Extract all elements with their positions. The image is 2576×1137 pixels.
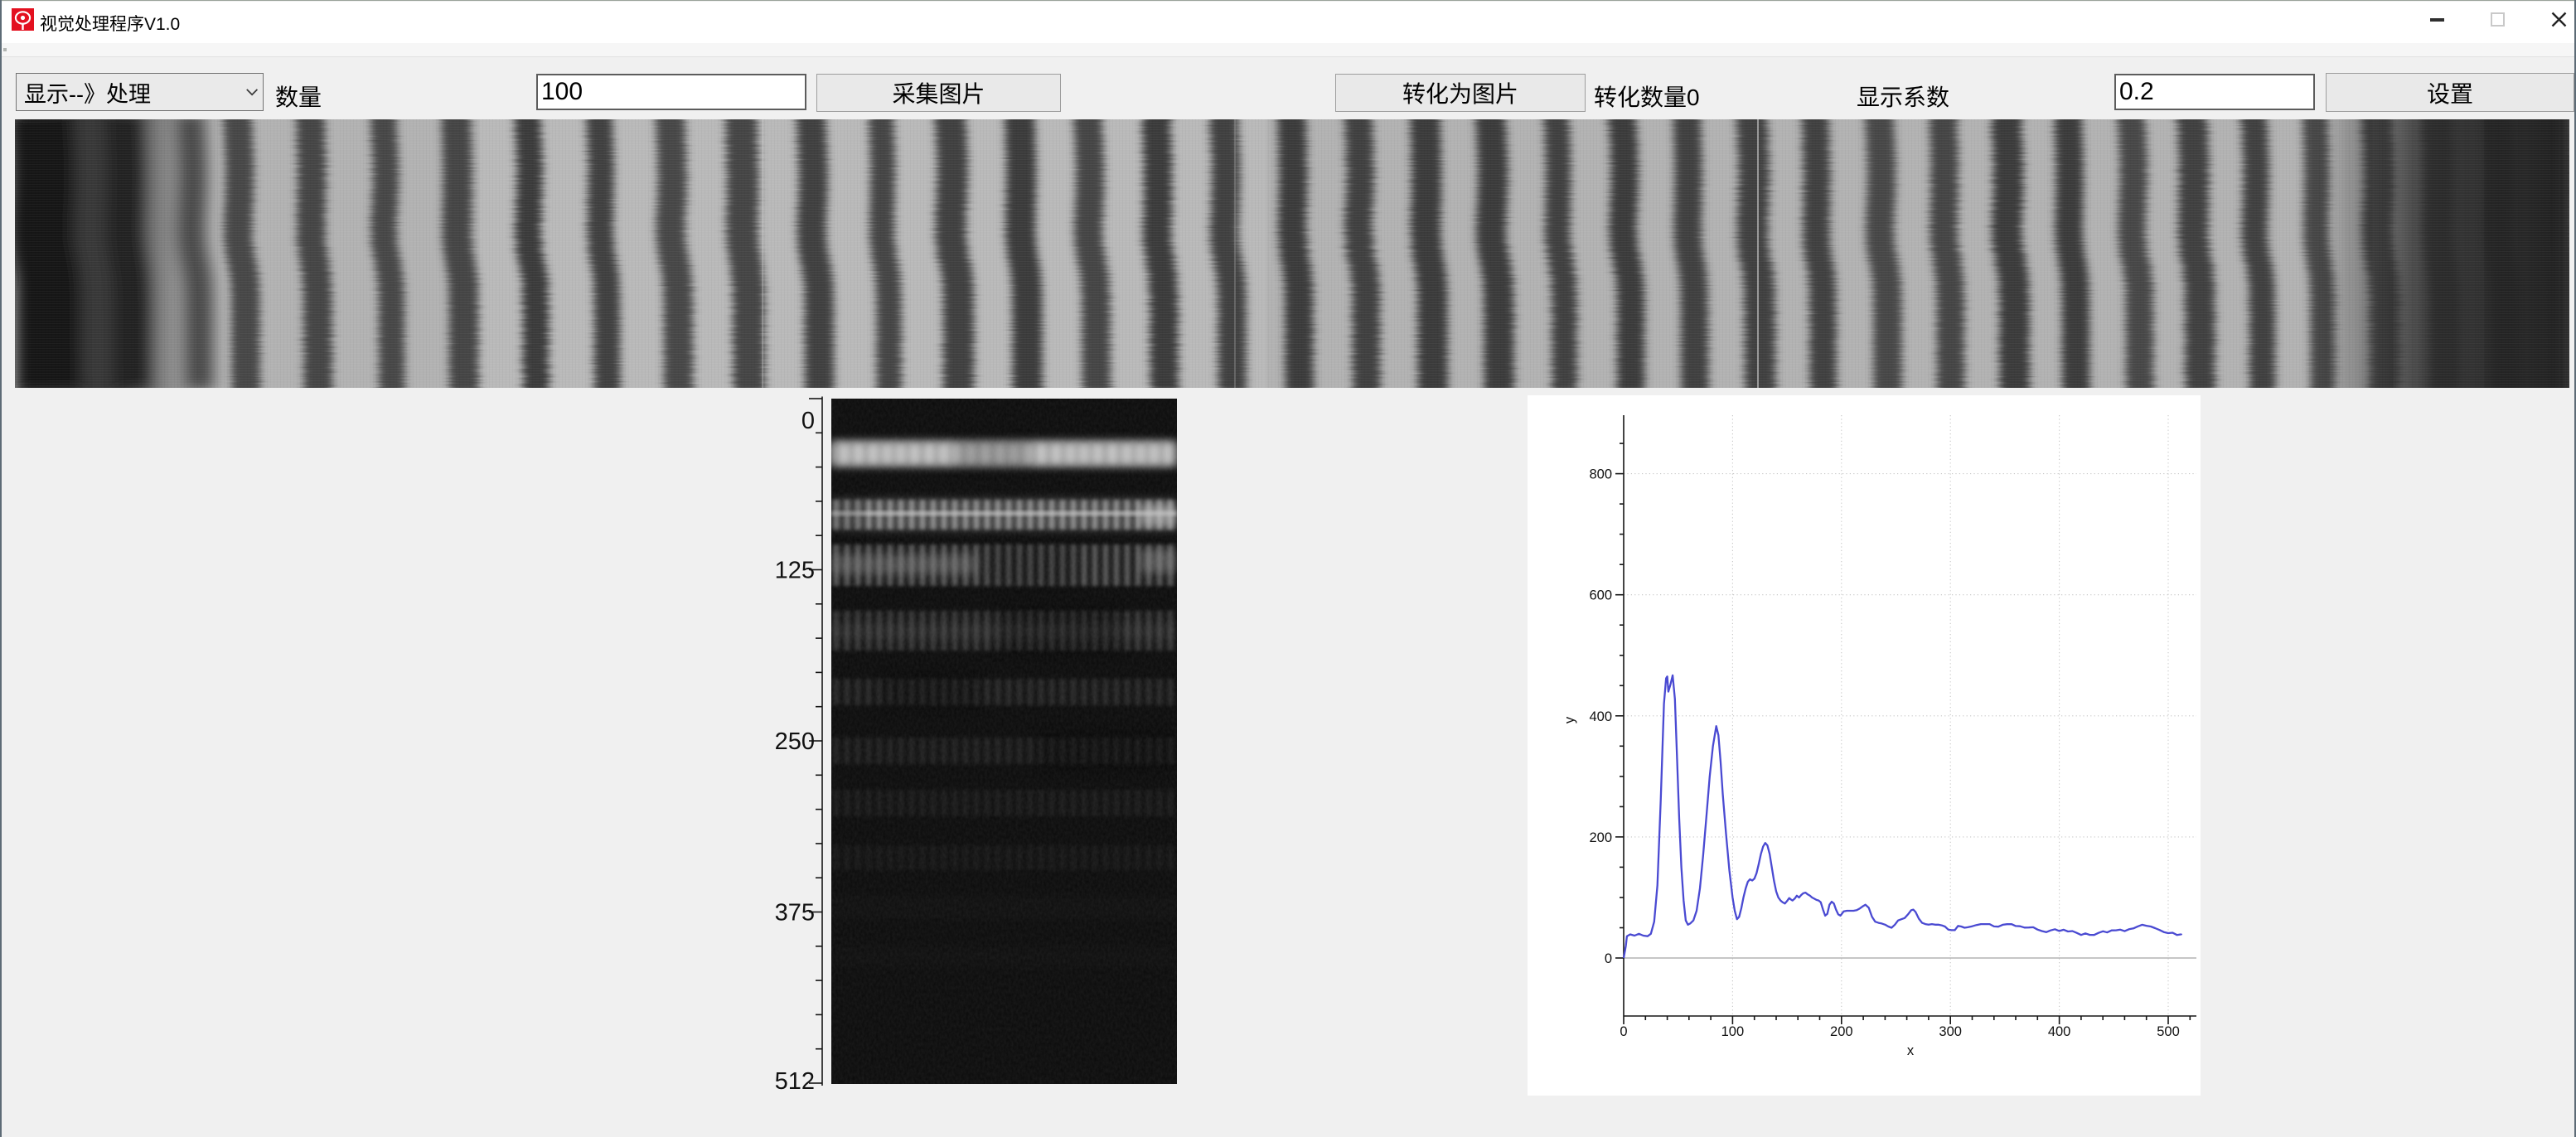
- svg-text:375: 375: [775, 900, 815, 927]
- svg-text:100: 100: [1721, 1024, 1745, 1039]
- svg-text:x: x: [1907, 1043, 1915, 1058]
- svg-text:200: 200: [1589, 830, 1612, 845]
- svg-text:400: 400: [1589, 709, 1612, 724]
- svg-text:125: 125: [775, 558, 815, 584]
- svg-text:y: y: [1562, 716, 1577, 723]
- svg-text:400: 400: [2048, 1024, 2071, 1039]
- svg-text:0: 0: [1605, 951, 1612, 966]
- svg-text:0: 0: [1620, 1024, 1627, 1039]
- svg-text:800: 800: [1589, 467, 1612, 482]
- svg-text:512: 512: [775, 1068, 815, 1095]
- svg-text:0: 0: [801, 408, 815, 434]
- svg-text:500: 500: [2157, 1024, 2180, 1039]
- svg-text:300: 300: [1939, 1024, 1962, 1039]
- svg-text:200: 200: [1830, 1024, 1853, 1039]
- svg-text:600: 600: [1589, 588, 1612, 603]
- svg-text:250: 250: [775, 728, 815, 755]
